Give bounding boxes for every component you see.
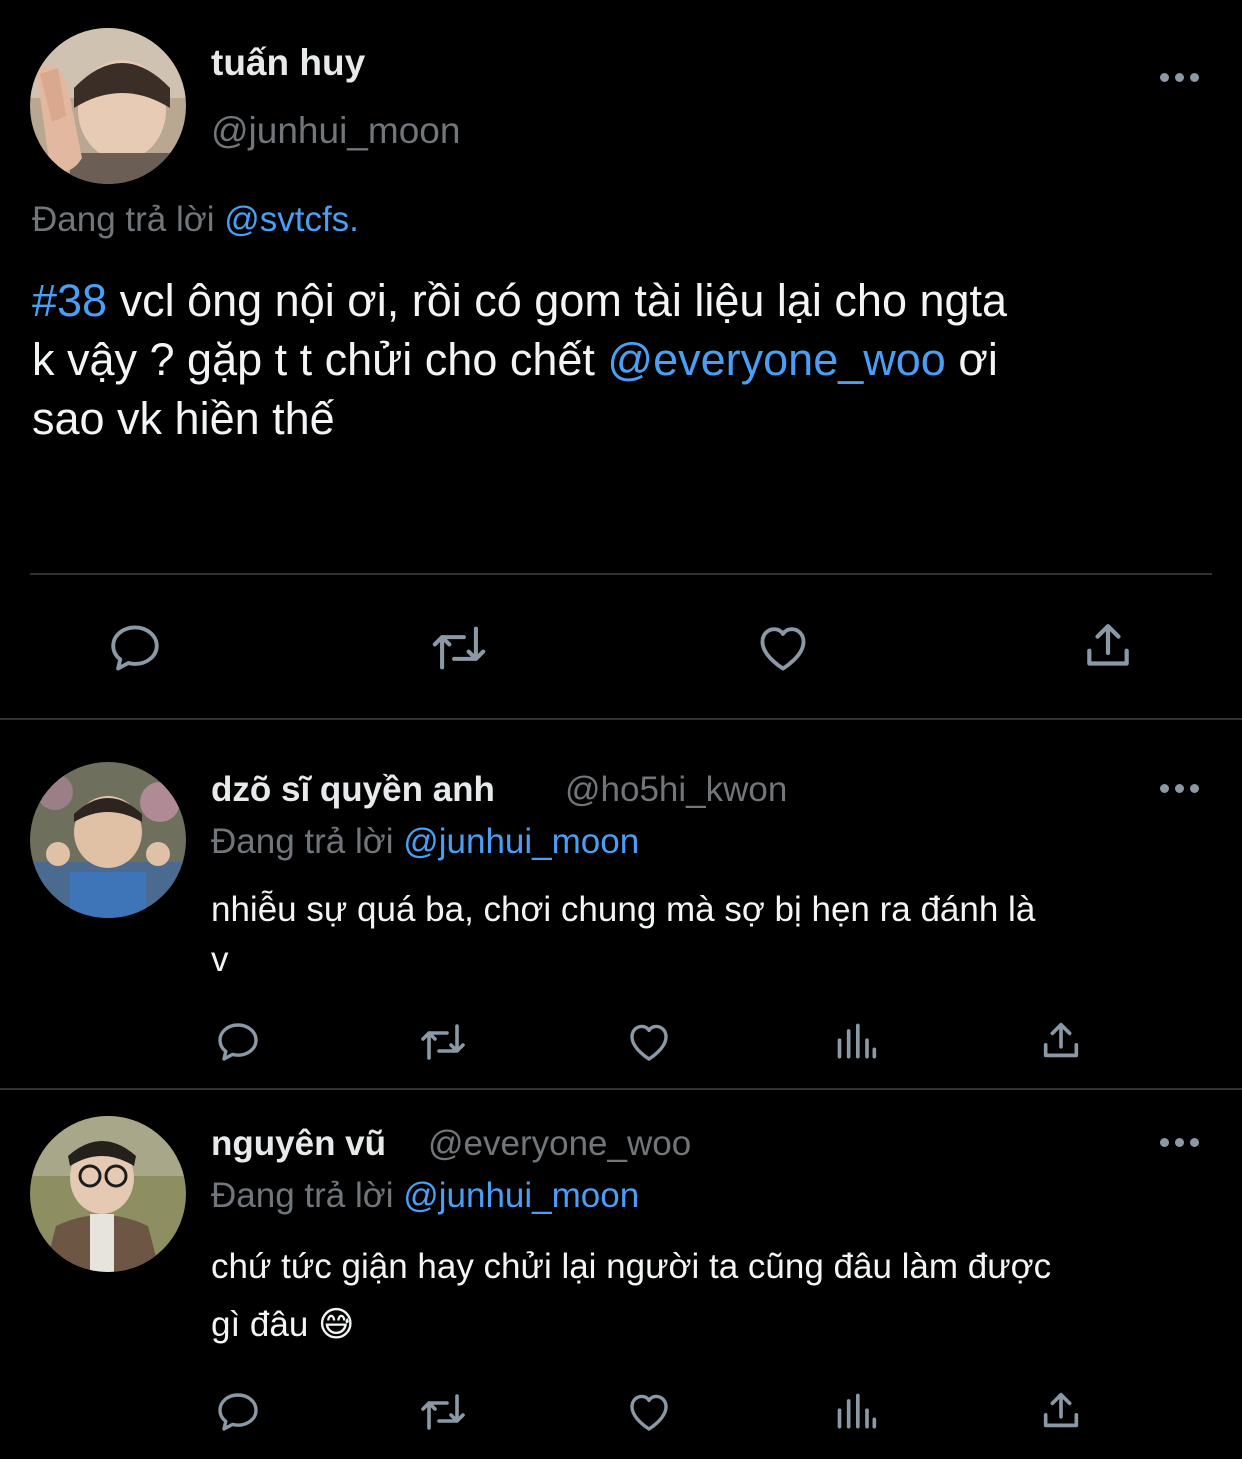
- like-icon[interactable]: [754, 619, 812, 677]
- mention-link[interactable]: @everyone_woo: [607, 334, 945, 385]
- tweet-text: chứ tức giận hay chửi lại người ta cũng …: [211, 1238, 1051, 1354]
- like-icon[interactable]: [625, 1388, 673, 1436]
- retweet-icon[interactable]: [415, 1388, 471, 1436]
- replying-to: Đang trả lời @svtcfs.: [32, 200, 359, 240]
- more-options-icon[interactable]: [1160, 73, 1200, 85]
- retweet-icon[interactable]: [425, 619, 493, 677]
- tweet-text: #38 vcl ông nội ơi, rồi có gom tài liệu …: [32, 271, 1232, 448]
- reply-icon[interactable]: [106, 619, 164, 677]
- replying-to: Đang trả lời @junhui_moon: [211, 822, 639, 862]
- reply-icon[interactable]: [214, 1018, 262, 1066]
- replying-to-mention[interactable]: @svtcfs.: [224, 200, 359, 239]
- analytics-icon[interactable]: [834, 1020, 878, 1064]
- author-handle[interactable]: @everyone_woo: [428, 1124, 691, 1164]
- tweet-text-line: k vậy ? gặp t t chửi cho chết: [32, 334, 608, 385]
- tweet-text-line: v: [211, 940, 229, 979]
- divider: [30, 573, 1212, 575]
- author-handle[interactable]: @ho5hi_kwon: [565, 770, 787, 810]
- author-name[interactable]: dzõ sĩ quyền anh: [211, 770, 495, 810]
- replying-label: Đang trả lời: [32, 200, 215, 239]
- avatar[interactable]: [30, 28, 186, 184]
- tweet-text-line: gì đâu: [211, 1305, 309, 1344]
- tweet-text: nhiễu sự quá ba, chơi chung mà sợ bị hẹn…: [211, 885, 1035, 985]
- author-handle[interactable]: @junhui_moon: [211, 110, 460, 152]
- more-options-icon[interactable]: [1160, 784, 1200, 796]
- share-icon[interactable]: [1080, 617, 1136, 675]
- replying-to: Đang trả lời @junhui_moon: [211, 1176, 639, 1216]
- tweet-text-line: ơi: [945, 334, 998, 385]
- tweet-text-line: vcl ông nội ơi, rồi có gom tài liệu lại …: [107, 275, 1008, 326]
- hashtag-link[interactable]: #38: [32, 275, 107, 326]
- avatar[interactable]: [30, 1116, 186, 1272]
- replying-label: Đang trả lời: [211, 1176, 394, 1215]
- tweet-text-line: nhiễu sự quá ba, chơi chung mà sợ bị hẹn…: [211, 890, 1036, 929]
- like-icon[interactable]: [625, 1018, 673, 1066]
- divider: [0, 1088, 1242, 1090]
- reply-icon[interactable]: [214, 1388, 262, 1436]
- divider: [0, 718, 1242, 720]
- retweet-icon[interactable]: [415, 1018, 471, 1066]
- main-tweet: tuấn huy @junhui_moon Đang trả lời @svtc…: [0, 0, 1242, 718]
- avatar[interactable]: [30, 762, 186, 918]
- author-name[interactable]: nguyên vũ: [211, 1124, 386, 1164]
- more-options-icon[interactable]: [1160, 1138, 1200, 1150]
- share-icon[interactable]: [1038, 1017, 1084, 1065]
- analytics-icon[interactable]: [834, 1390, 878, 1434]
- author-name[interactable]: tuấn huy: [211, 42, 365, 84]
- share-icon[interactable]: [1038, 1387, 1084, 1435]
- replying-to-mention[interactable]: @junhui_moon: [403, 822, 639, 861]
- replying-to-mention[interactable]: @junhui_moon: [403, 1176, 639, 1215]
- tweet-text-line: chứ tức giận hay chửi lại người ta cũng …: [211, 1247, 1052, 1286]
- sweat-smile-emoji: 😅: [318, 1305, 355, 1345]
- replying-label: Đang trả lời: [211, 822, 394, 861]
- tweet-text-line: sao vk hiền thế: [32, 393, 335, 444]
